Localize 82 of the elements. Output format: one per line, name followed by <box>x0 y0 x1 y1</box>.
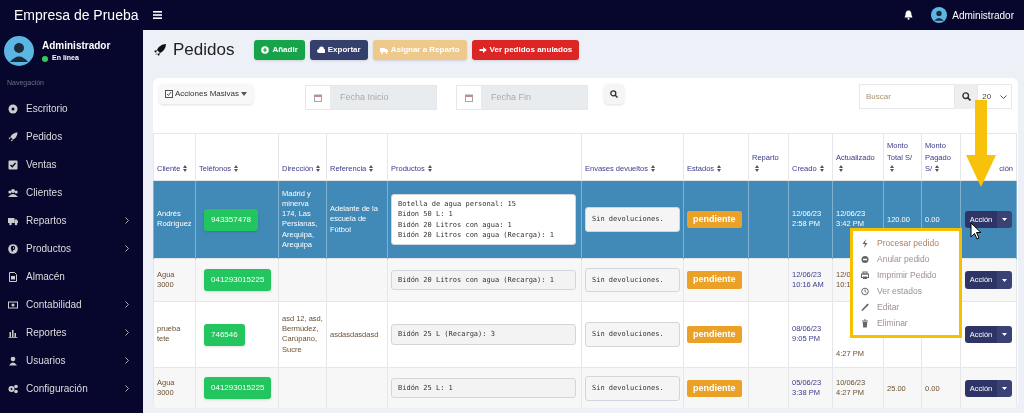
brand-title: Empresa de Prueba <box>14 5 139 25</box>
truck-icon <box>379 46 388 54</box>
dropdown-toggle[interactable] <box>997 379 1013 397</box>
truck-icon <box>8 215 18 226</box>
sort-icon <box>819 165 824 173</box>
search-icon <box>610 90 619 98</box>
rocket-icon <box>153 43 167 57</box>
caret-icon <box>241 92 248 96</box>
sort-icon <box>755 165 759 173</box>
nav-item[interactable]: Almacén <box>0 262 143 291</box>
dropdown-toggle[interactable] <box>997 271 1013 289</box>
caret-icon <box>1002 386 1008 390</box>
chevron-down-icon <box>999 94 1007 99</box>
cloud-icon <box>316 46 325 54</box>
cursor-icon <box>970 222 982 240</box>
sort-icon <box>369 165 374 173</box>
circle-icon <box>8 243 18 254</box>
sort-icon <box>839 165 843 173</box>
status-badge: pendiente <box>687 271 742 289</box>
status-badge: pendiente <box>687 379 742 397</box>
money-icon <box>8 299 18 310</box>
nav-item[interactable]: Configuración <box>0 374 143 403</box>
status-badge: pendiente <box>687 325 742 344</box>
document-icon <box>8 271 18 282</box>
avatar-icon[interactable] <box>931 7 948 23</box>
menu-item[interactable]: Procesar pedido <box>861 236 959 250</box>
dashboard-icon <box>8 103 18 114</box>
nav-item[interactable]: Usuarios <box>0 346 143 375</box>
users-icon <box>8 187 18 198</box>
nav-item[interactable]: Clientes <box>0 178 143 207</box>
rocket-icon <box>8 131 18 142</box>
bulk-actions-button[interactable]: Acciones Masivas <box>159 84 254 104</box>
search-button[interactable] <box>955 84 977 109</box>
nav-item[interactable]: Repartos <box>0 206 143 235</box>
sort-icon <box>650 165 655 173</box>
dropdown-toggle[interactable] <box>997 325 1013 344</box>
search-field[interactable]: Buscar <box>859 84 955 109</box>
bar-chart-icon <box>8 327 18 338</box>
sort-icon <box>316 165 321 173</box>
online-dot-icon <box>42 55 48 62</box>
bolt-icon <box>861 238 869 248</box>
clock-icon <box>861 286 869 296</box>
date-field[interactable]: Fecha Inicio <box>305 85 438 110</box>
voided-orders-button[interactable]: Ver pedidos anulados <box>471 40 580 60</box>
sort-icon <box>427 165 432 173</box>
checkbox-icon <box>165 90 173 98</box>
search-button[interactable] <box>604 84 625 104</box>
nav-item[interactable]: Reportes <box>0 318 143 347</box>
status-badge: pendiente <box>687 210 742 229</box>
ban-icon <box>861 254 869 264</box>
nav-item[interactable]: Productos <box>0 234 143 263</box>
sort-icon <box>935 165 940 173</box>
sort-icon <box>717 165 722 173</box>
dropdown-toggle[interactable] <box>997 210 1013 229</box>
calendar-icon <box>314 93 323 102</box>
arrow-right-icon <box>478 46 487 54</box>
user-name: Administrador <box>42 39 111 54</box>
pencil-icon <box>861 302 869 312</box>
nav-item[interactable]: Contabilidad <box>0 290 143 319</box>
page-title: Pedidos <box>173 39 235 62</box>
trash-icon <box>861 318 869 328</box>
sort-icon <box>890 165 894 173</box>
user-name[interactable]: Administrador <box>952 7 1014 23</box>
export-button[interactable]: Exportar <box>309 40 368 60</box>
gears-icon <box>8 383 18 394</box>
nav-item[interactable]: Pedidos <box>0 122 143 151</box>
caret-icon <box>1002 218 1008 221</box>
caret-icon <box>1002 333 1008 336</box>
sort-icon <box>234 165 239 173</box>
sort-icon <box>183 165 188 173</box>
printer-icon <box>861 270 869 280</box>
nav-item[interactable]: Escritorio <box>0 94 143 123</box>
user-icon <box>8 355 18 366</box>
nav-item[interactable]: Ventas <box>0 150 143 179</box>
checkbox-icon <box>8 159 18 170</box>
menu-icon[interactable] <box>153 11 162 19</box>
bell-icon[interactable] <box>904 10 914 20</box>
caret-icon <box>1002 278 1008 282</box>
search-icon <box>961 92 971 101</box>
calendar-icon <box>465 93 474 102</box>
plus-circle-icon <box>261 46 270 54</box>
avatar-icon <box>4 36 34 66</box>
